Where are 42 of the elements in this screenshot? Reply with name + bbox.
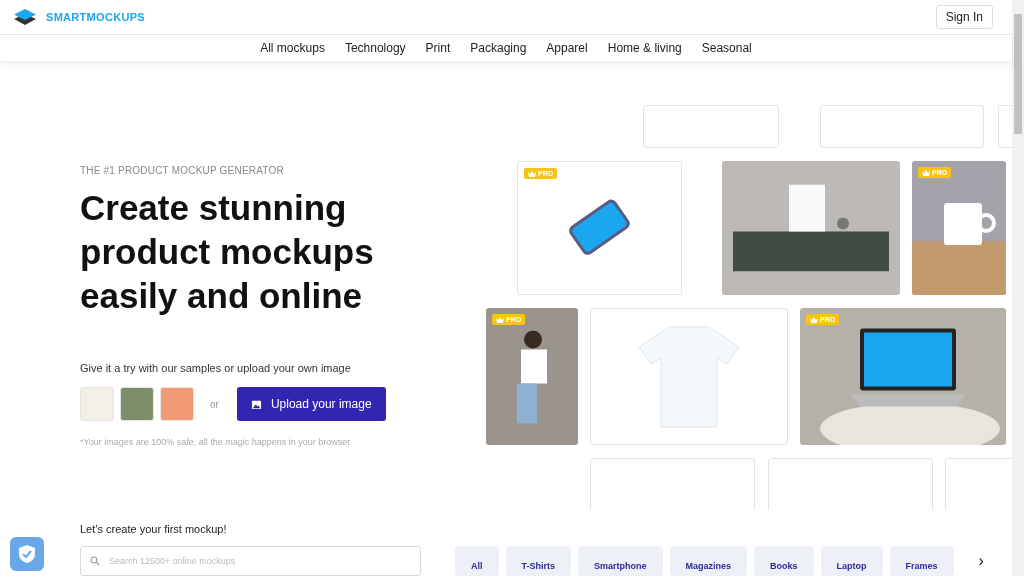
scrollbar[interactable]	[1012, 0, 1024, 576]
crown-icon	[528, 170, 536, 177]
category-chip[interactable]: T-Shirts	[505, 546, 572, 576]
crown-icon	[810, 316, 818, 323]
nav-link[interactable]: Print	[425, 41, 451, 56]
or-text: or	[210, 398, 219, 410]
sample-image-thumbnail[interactable]	[120, 387, 154, 421]
shield-button[interactable]	[10, 537, 44, 571]
sign-in-button[interactable]: Sign In	[935, 5, 993, 30]
mockup-thumbnail[interactable]	[590, 308, 788, 445]
nav-link[interactable]: Seasonal	[701, 41, 752, 56]
category-chip[interactable]: Laptop	[820, 546, 883, 576]
category-chip[interactable]: Books	[754, 546, 814, 576]
nav-link[interactable]: Apparel	[546, 41, 588, 56]
nav-link[interactable]: All mockups	[260, 41, 325, 56]
upload-button[interactable]: Upload your image	[236, 387, 386, 421]
mockup-card[interactable]	[820, 105, 984, 148]
search-field[interactable]: Search 12500+ online mockups	[80, 546, 421, 576]
next-arrow-button[interactable]: ›	[972, 552, 990, 570]
hero-title: Create stunning product mockups easily and online	[80, 187, 375, 317]
nav-link[interactable]: Packaging	[470, 41, 527, 56]
mockup-card[interactable]	[643, 105, 779, 148]
crown-icon	[922, 169, 930, 176]
sample-image-thumbnail[interactable]	[160, 387, 194, 421]
crown-icon	[496, 316, 504, 323]
nav-link[interactable]: Technology	[344, 41, 406, 56]
category-chip[interactable]: Frames	[889, 546, 954, 576]
category-chip[interactable]: Smartphone	[578, 546, 663, 576]
layers-logo-icon	[14, 9, 36, 26]
nav-link[interactable]: Home & living	[607, 41, 682, 56]
try-text: Give it a try with our samples or upload your own image	[80, 362, 352, 374]
sample-image-thumbnail[interactable]	[80, 387, 114, 421]
category-chip[interactable]: All	[455, 546, 499, 576]
section-title: Let’s create your first mockup!	[80, 523, 228, 535]
mockup-thumbnail[interactable]	[722, 161, 900, 295]
category-chip[interactable]: Magazines	[669, 546, 748, 576]
image-icon	[250, 398, 262, 410]
search-icon	[90, 556, 100, 566]
privacy-note: *Your images are 100% safe, all the magic happens in your browser	[80, 437, 352, 447]
eyebrow-text: THE #1 PRODUCT MOCKUP GENERATOR	[80, 165, 285, 176]
shield-check-icon	[18, 544, 36, 564]
brand-name: SMARTMOCKUPS	[46, 11, 145, 24]
